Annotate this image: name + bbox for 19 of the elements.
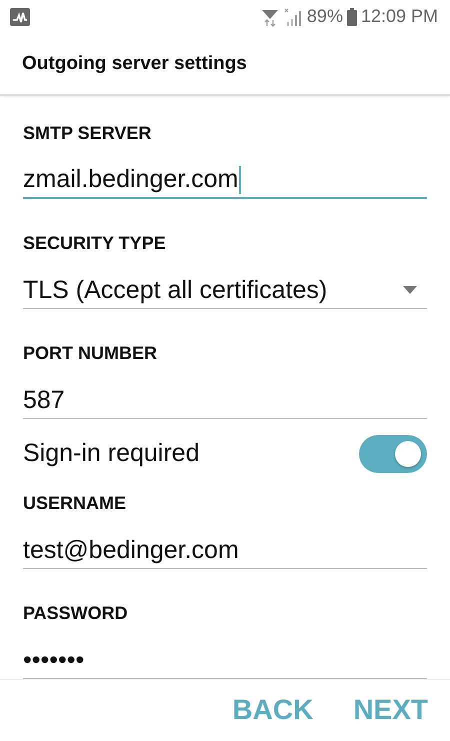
screen-title: Outgoing server settings bbox=[22, 52, 247, 75]
toggle-label: Sign-in required bbox=[23, 439, 200, 468]
password-field[interactable]: ••••••• bbox=[23, 642, 427, 679]
clock: 12:09 PM bbox=[360, 6, 438, 28]
input-field[interactable]: test@bedinger.com bbox=[23, 532, 427, 569]
input-field[interactable]: zmail.bedinger.com bbox=[23, 162, 427, 199]
field-label: SECURITY TYPE bbox=[23, 232, 167, 254]
signal-icon bbox=[282, 6, 303, 27]
dropdown[interactable]: TLS (Accept all certificates) bbox=[23, 272, 427, 309]
dropdown-arrow-icon bbox=[403, 286, 417, 294]
field-label: PORT NUMBER bbox=[23, 342, 158, 364]
input-field[interactable]: 587 bbox=[23, 382, 427, 419]
activity-icon bbox=[10, 8, 30, 26]
battery-icon bbox=[346, 8, 357, 26]
field-label: PASSWORD bbox=[23, 602, 129, 624]
field-label: USERNAME bbox=[23, 492, 128, 514]
field-label: SMTP SERVER bbox=[23, 122, 152, 144]
toggle-switch[interactable] bbox=[359, 434, 427, 473]
battery-percent: 89% bbox=[306, 6, 343, 28]
